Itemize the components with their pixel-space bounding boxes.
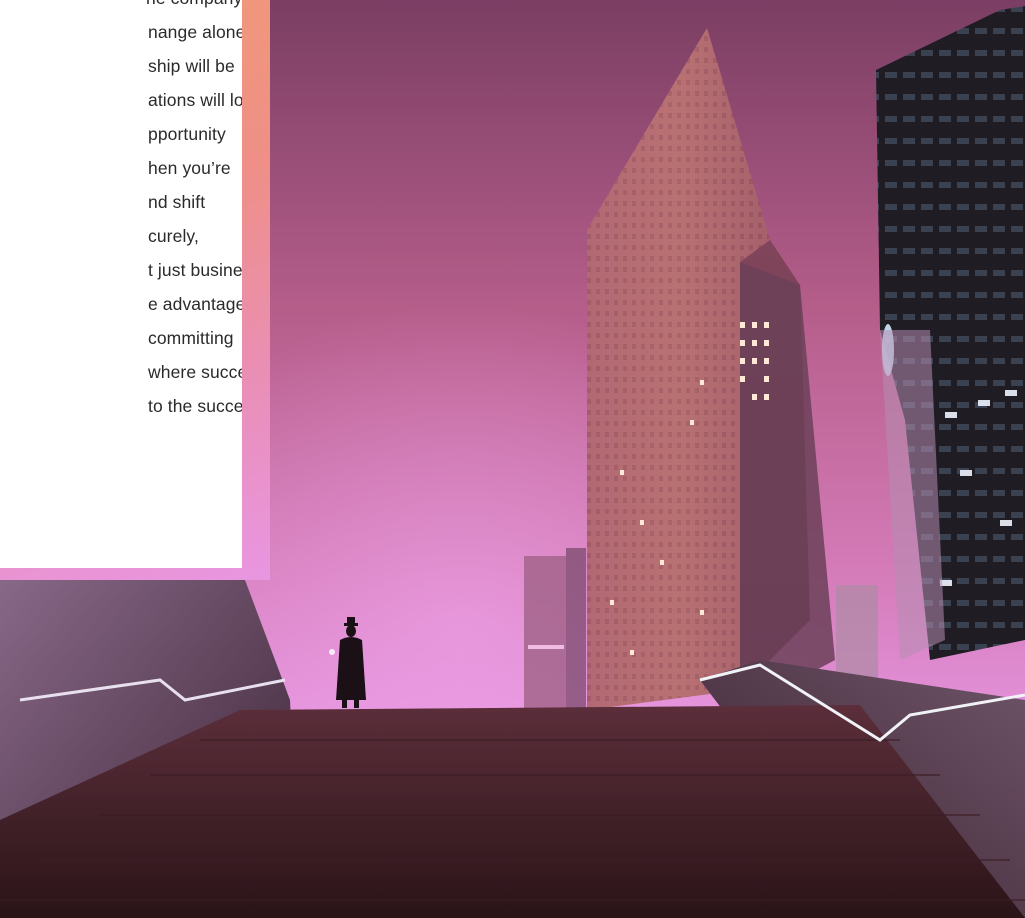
text-line-4: pportunity bbox=[148, 124, 226, 144]
text-line-9: e advantages bbox=[148, 294, 242, 314]
text-line-2: ship will be bbox=[148, 56, 235, 76]
text-line-8: t just business, bbox=[148, 260, 242, 280]
text-line-3: ations will look bbox=[148, 90, 242, 110]
text-line-11: where success bbox=[148, 362, 242, 382]
text-line-12: to the success bbox=[148, 396, 242, 416]
right-dark-tower bbox=[876, 6, 1025, 660]
text-line-10: committing bbox=[148, 328, 234, 348]
text-line-5: hen you’re bbox=[148, 158, 231, 178]
text-line-7: curely, bbox=[148, 226, 199, 246]
text-line-6: nd shift bbox=[148, 192, 206, 212]
text-line-1: nange alone, bbox=[148, 22, 242, 42]
article-text-card: ne company nange alone, ship will be ati… bbox=[0, 0, 242, 568]
text-line-0: ne company bbox=[146, 0, 242, 9]
